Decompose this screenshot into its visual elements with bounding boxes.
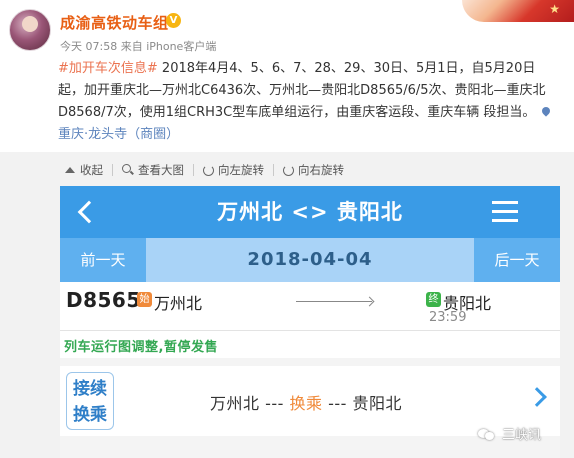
transfer-label: 换乘 <box>289 394 323 413</box>
transfer-from: 万州北 <box>210 394 260 413</box>
route-separator: --- <box>259 394 290 413</box>
sale-notice: 列车运行图调整,暂停发售 <box>64 340 218 355</box>
transfer-button[interactable]: 接续 换乘 <box>66 372 114 430</box>
divider <box>112 164 113 176</box>
rotate-left-icon <box>203 164 214 176</box>
watermark: 三峡讯 <box>478 424 541 443</box>
image-toolbar: 收起 查看大图 向左旋转 向右旋转 <box>64 160 344 180</box>
post-text: #加开车次信息# 2018年4月4、5、6、7、28、29、30日、5月1日，自… <box>58 58 558 146</box>
watermark-text: 三峡讯 <box>502 428 542 443</box>
train-app-screenshot[interactable]: 万州北 <> 贵阳北 前一天 2018-04-04 后一天 D8565 始 万州… <box>60 186 560 458</box>
weibo-post-screen: 成渝高铁动车组 V 今天 07:58 来自 iPhone客户端 ★ #加开车次信… <box>0 0 574 458</box>
current-date[interactable]: 2018-04-04 <box>146 238 474 282</box>
avatar[interactable] <box>9 9 51 51</box>
chevron-right-icon[interactable] <box>527 387 547 407</box>
start-station-badge: 始 <box>137 292 152 307</box>
decorative-banner: ★ <box>462 0 574 22</box>
divider <box>273 164 274 176</box>
location-label: 重庆·龙头寺（商圈） <box>58 127 180 142</box>
route-title: 万州北 <> 贵阳北 <box>217 200 403 224</box>
rotate-left-button[interactable]: 向左旋转 <box>203 162 264 178</box>
zoom-icon <box>122 164 134 176</box>
rotate-right-icon <box>283 164 294 176</box>
route-separator: --- <box>322 394 353 413</box>
transfer-to: 贵阳北 <box>352 394 403 413</box>
view-large-label: 查看大图 <box>138 163 184 177</box>
next-day-button[interactable]: 后一天 <box>474 238 560 282</box>
menu-icon[interactable] <box>492 200 520 224</box>
transfer-section: 接续换乘 万州北 --- 换乘 --- 贵阳北 <box>60 358 560 458</box>
departure-station: 万州北 <box>154 294 203 313</box>
username[interactable]: 成渝高铁动车组 <box>60 12 169 33</box>
arrow-right-icon <box>296 301 372 302</box>
back-icon[interactable] <box>72 196 102 228</box>
transfer-route: 万州北 --- 换乘 --- 贵阳北 <box>210 390 402 414</box>
collapse-label: 收起 <box>80 163 103 177</box>
train-number: D8565 <box>66 288 141 312</box>
prev-day-button[interactable]: 前一天 <box>60 238 146 282</box>
divider <box>60 330 560 331</box>
transfer-button-line2: 换乘 <box>73 405 107 425</box>
post-meta: 今天 07:58 来自 iPhone客户端 <box>60 40 217 53</box>
view-large-button[interactable]: 查看大图 <box>122 162 184 178</box>
divider <box>193 164 194 176</box>
train-row[interactable]: D8565 始 万州北 终 贵阳北 23:59 <box>60 282 560 330</box>
wechat-icon <box>478 427 496 441</box>
hashtag-link[interactable]: #加开车次信息# <box>58 61 158 76</box>
post-header: 成渝高铁动车组 V 今天 07:58 来自 iPhone客户端 ★ <box>0 0 574 60</box>
verified-icon: V <box>166 13 181 28</box>
date-bar: 前一天 2018-04-04 后一天 <box>60 238 560 282</box>
collapse-icon <box>64 164 76 176</box>
rotate-left-label: 向左旋转 <box>218 163 264 177</box>
location-pin-icon <box>542 107 550 117</box>
rotate-right-label: 向右旋转 <box>298 163 344 177</box>
transfer-button-line1: 接续 <box>73 379 107 399</box>
end-station-badge: 终 <box>426 292 441 307</box>
arrival-time: 23:59 <box>429 310 467 325</box>
app-nav-bar: 万州北 <> 贵阳北 <box>60 186 560 238</box>
rotate-right-button[interactable]: 向右旋转 <box>283 162 344 178</box>
collapse-button[interactable]: 收起 <box>64 162 103 178</box>
star-icon: ★ <box>549 2 560 16</box>
